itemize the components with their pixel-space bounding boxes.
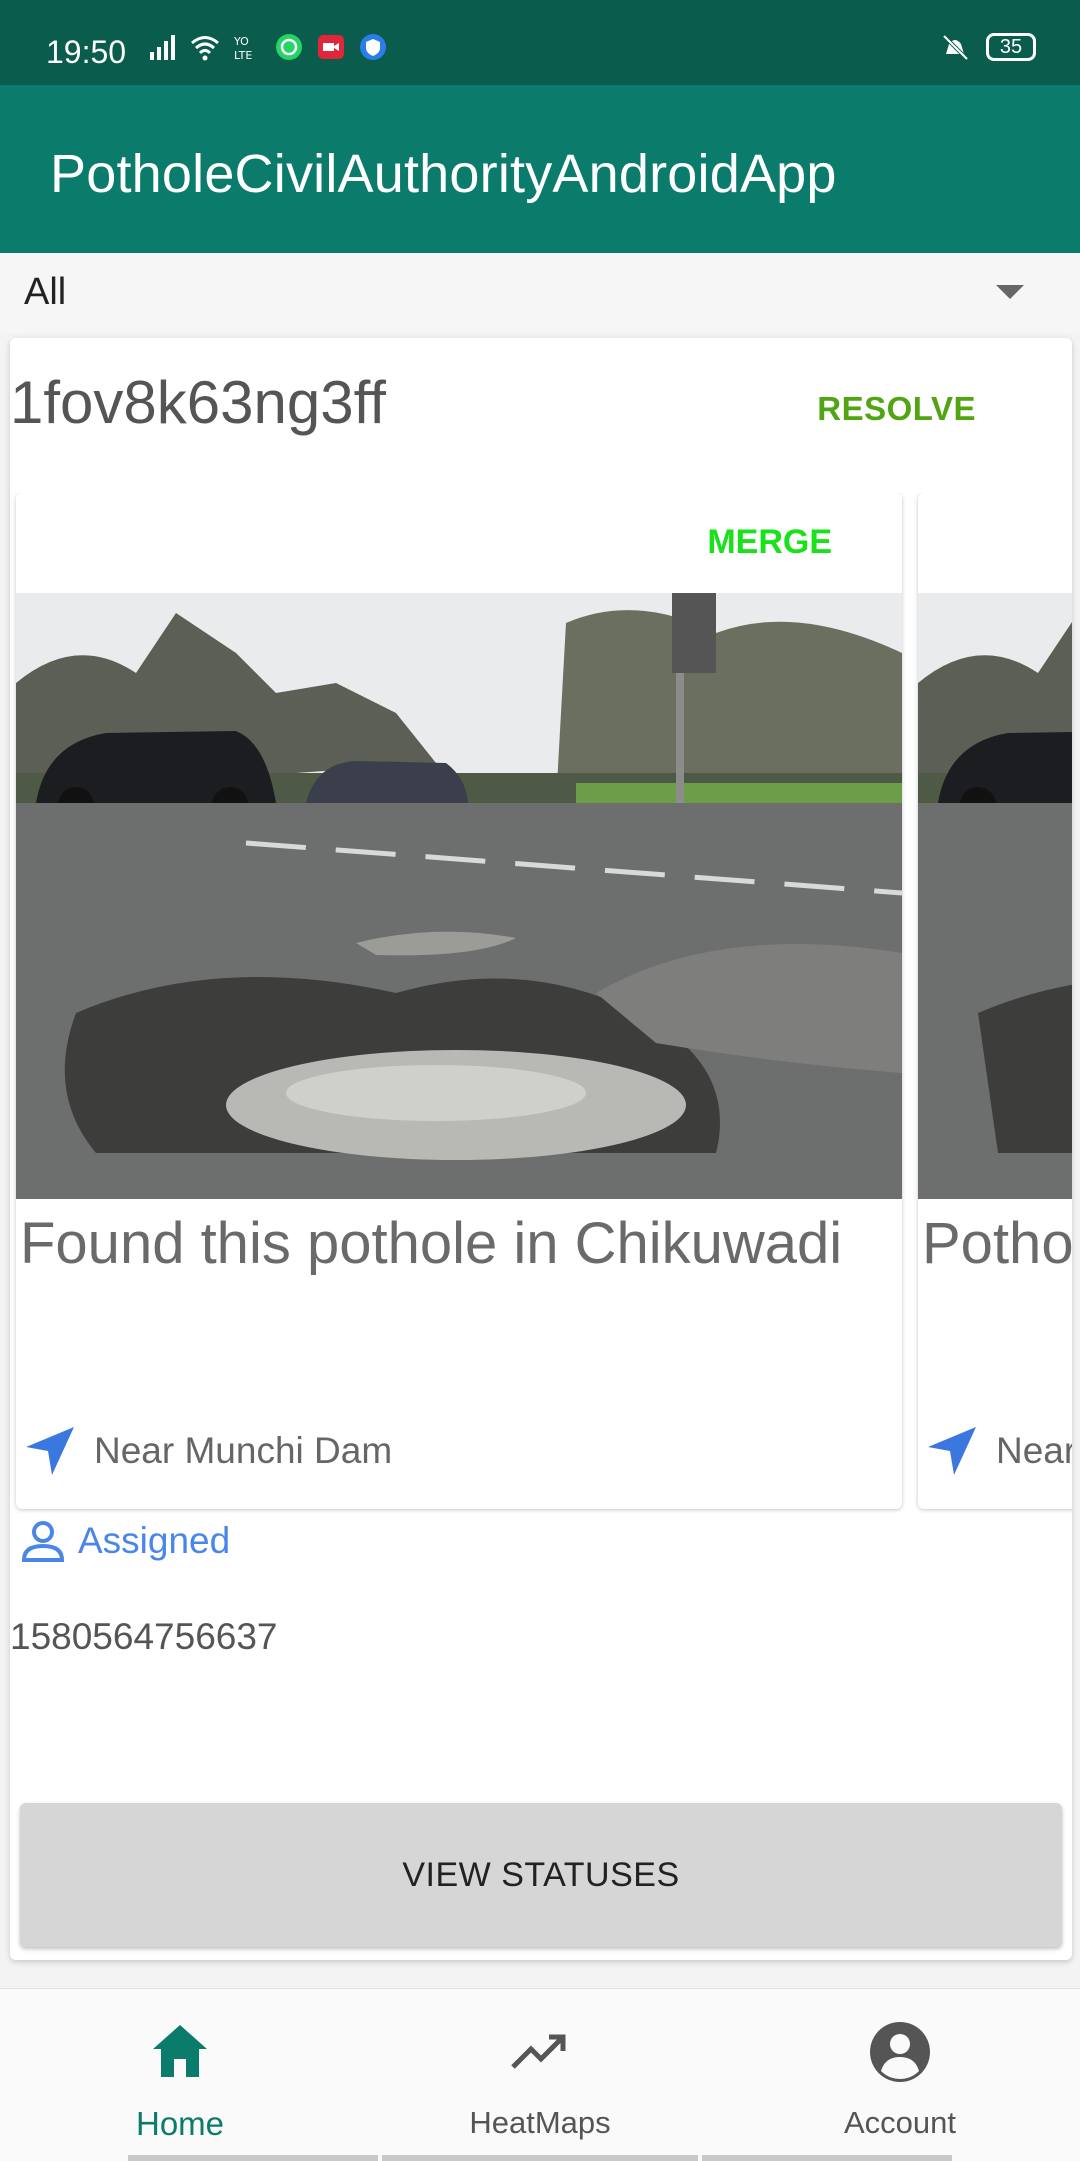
nav-item-account[interactable]: Account	[750, 1989, 1050, 2161]
report-timestamp: 1580564756637	[10, 1616, 278, 1657]
nav-indicator	[702, 2155, 952, 2161]
report-id: 1fov8k63ng3ff	[10, 369, 386, 436]
bottom-navigation: Home HeatMaps Account	[0, 1988, 1080, 2161]
merge-button[interactable]: MERGE	[707, 523, 832, 562]
status-bar: 19:50 YO LTE 35	[0, 0, 1080, 85]
status-time: 19:50	[46, 34, 127, 70]
navigation-arrow-icon	[928, 1427, 976, 1475]
post-description: Found this pothole in Chikuwadi	[20, 1211, 843, 1276]
account-circle-icon	[870, 2022, 930, 2082]
svg-text:YO: YO	[233, 35, 249, 48]
home-icon	[153, 2025, 207, 2077]
view-statuses-button[interactable]: VIEW STATUSES	[20, 1803, 1062, 1947]
app-bar: PotholeCivilAuthorityAndroidApp	[0, 85, 1080, 253]
post-card[interactable]: MERGE Found this pothole in Chikuwadi Ne…	[16, 493, 902, 1509]
app-title: PotholeCivilAuthorityAndroidApp	[50, 144, 837, 204]
whatsapp-icon	[276, 34, 302, 60]
post-carousel[interactable]: MERGE Found this pothole in Chikuwadi Ne…	[10, 493, 1072, 1513]
nav-indicator	[128, 2155, 378, 2161]
signal-icon	[150, 35, 175, 60]
shield-icon	[360, 34, 386, 60]
status-icons-left: YO LTE	[148, 32, 388, 62]
nav-item-heatmaps[interactable]: HeatMaps	[390, 1989, 690, 2161]
resolve-button[interactable]: RESOLVE	[817, 390, 976, 428]
svg-text:LTE: LTE	[234, 49, 252, 62]
filter-selected-value: All	[24, 271, 67, 313]
post-card[interactable]: Potho Near	[918, 493, 1072, 1509]
nav-label-account: Account	[843, 2105, 956, 2140]
navigation-arrow-icon	[26, 1427, 74, 1475]
status-icons-right: 35	[940, 32, 1036, 62]
location-text: Near	[996, 1430, 1072, 1471]
location-row: Near Munchi Dam	[22, 1423, 392, 1479]
trending-up-icon	[511, 2034, 566, 2069]
battery-icon: 35	[986, 33, 1036, 61]
post-description: Potho	[922, 1211, 1072, 1276]
pothole-photo	[918, 593, 1072, 1199]
location-text: Near Munchi Dam	[94, 1430, 393, 1471]
nav-item-home[interactable]: Home	[30, 1989, 330, 2161]
dropdown-arrow-icon	[996, 285, 1024, 299]
video-call-icon	[318, 35, 344, 59]
report-card: 1fov8k63ng3ff RESOLVE MERGE Found this p…	[10, 338, 1072, 1960]
nav-label-home: Home	[135, 2105, 225, 2142]
assigned-row: Assigned	[18, 1516, 230, 1566]
assigned-label: Assigned	[78, 1520, 231, 1561]
volte-icon: YOLTE	[233, 35, 252, 62]
mute-vibrate-icon	[942, 34, 969, 61]
wifi-icon	[191, 36, 219, 61]
pothole-photo	[16, 593, 902, 1199]
nav-label-heatmaps: HeatMaps	[469, 2105, 611, 2140]
location-row: Near	[924, 1423, 1072, 1479]
person-icon	[21, 1521, 65, 1562]
nav-indicator	[382, 2155, 698, 2161]
status-filter-dropdown[interactable]: All	[0, 253, 1080, 333]
